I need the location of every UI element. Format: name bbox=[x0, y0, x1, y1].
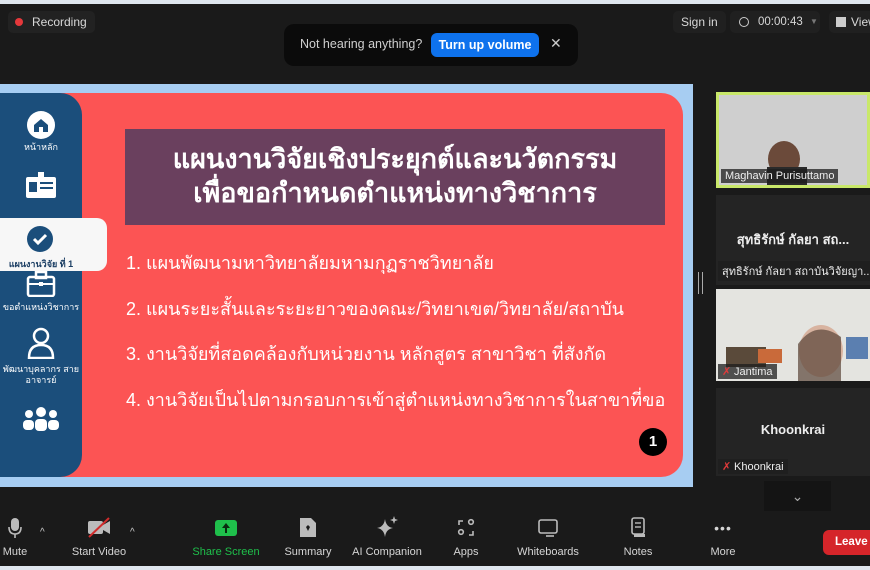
participant-tile[interactable]: ✗ Jantima bbox=[716, 289, 870, 381]
sidebar-label-position: ขอตำแหน่งวิชาการ bbox=[2, 302, 80, 312]
check-circle-icon bbox=[27, 226, 53, 252]
person-icon bbox=[27, 327, 55, 360]
sidebar-item-staff: พัฒนาบุคลากร สายอาจารย์ bbox=[0, 327, 82, 386]
slide-item: 2. แผนระยะสั้นและระยะยาวของคณะ/วิทยาเขต/… bbox=[126, 298, 624, 319]
ai-companion-label: AI Companion bbox=[352, 546, 422, 558]
apps-button[interactable]: Apps bbox=[448, 515, 484, 567]
sidebar-item-group bbox=[0, 406, 82, 434]
view-label: View bbox=[851, 15, 870, 29]
start-video-label: Start Video bbox=[71, 546, 127, 558]
share-screen-button[interactable]: Share Screen bbox=[190, 515, 262, 567]
slide-title: แผนงานวิจัยเชิงประยุกต์และนวัตกรรม เพื่อ… bbox=[125, 129, 665, 225]
whiteboard-icon bbox=[538, 519, 558, 537]
sign-in-button[interactable]: Sign in bbox=[673, 11, 726, 33]
grid-view-icon bbox=[836, 17, 846, 27]
whiteboards-button[interactable]: Whiteboards bbox=[514, 515, 582, 567]
timer-value: 00:00:43 bbox=[758, 16, 803, 28]
group-icon bbox=[23, 407, 59, 431]
ai-companion-button[interactable]: AI Companion bbox=[350, 515, 424, 567]
sparkle-icon bbox=[377, 516, 398, 537]
sidebar-item-home: หน้าหลัก bbox=[0, 111, 82, 153]
notes-label: Notes bbox=[623, 546, 653, 558]
slide-title-line-2: เพื่อขอกำหนดตำแหน่งทางวิชาการ bbox=[193, 178, 597, 208]
more-button[interactable]: ••• More bbox=[706, 515, 740, 567]
recording-label: Recording bbox=[32, 15, 87, 29]
sidebar-item-briefcase: ขอตำแหน่งวิชาการ bbox=[0, 270, 82, 313]
participant-name-text: Khoonkrai bbox=[734, 461, 784, 473]
participant-display-name: สุทธิรักษ์ กัลยา สถ... bbox=[736, 232, 850, 247]
start-video-button[interactable]: Start Video bbox=[68, 515, 130, 567]
slide-item: 3. งานวิจัยที่สอดคล้องกับหน่วยงาน หลักสู… bbox=[126, 344, 607, 364]
sidebar-label-staff: พัฒนาบุคลากร สายอาจารย์ bbox=[2, 364, 80, 385]
chevron-down-icon: ▼ bbox=[810, 17, 818, 26]
video-off-icon bbox=[88, 517, 110, 538]
notes-icon bbox=[631, 517, 645, 537]
notification-message: Not hearing anything? bbox=[300, 37, 423, 51]
participant-tile[interactable]: สุทธิรักษ์ กัลยา สถ... สุทธิรักษ์ กัลยา … bbox=[716, 195, 870, 285]
share-screen-label: Share Screen bbox=[192, 546, 260, 558]
participant-name: ✗ Jantima bbox=[718, 364, 777, 379]
participant-name-text: Jantima bbox=[734, 366, 773, 378]
participant-name: Maghavin Purisuttamo bbox=[721, 169, 839, 183]
close-icon[interactable]: ✕ bbox=[550, 35, 562, 52]
mute-button[interactable]: Mute bbox=[0, 515, 30, 567]
scroll-participants-down-button[interactable]: ⌄ bbox=[764, 481, 831, 511]
slide-title-line-1: แผนงานวิจัยเชิงประยุกต์และนวัตกรรม bbox=[172, 144, 618, 174]
video-options-caret[interactable]: ^ bbox=[130, 527, 135, 538]
chevron-down-icon: ⌄ bbox=[791, 488, 804, 504]
whiteboards-label: Whiteboards bbox=[517, 546, 579, 558]
home-icon bbox=[27, 111, 55, 139]
sidebar-item-research-plan: แผนงานวิจัย ที่ 1 bbox=[0, 218, 107, 271]
id-card-icon bbox=[26, 172, 56, 198]
slide-item: 1. แผนพัฒนามหาวิทยาลัยมหามกุฏราชวิทยาลัย bbox=[126, 253, 494, 273]
participant-tile[interactable]: Maghavin Purisuttamo bbox=[716, 92, 870, 188]
briefcase-icon bbox=[26, 270, 56, 298]
slide-item: 4. งานวิจัยเป็นไปตามกรอบการเข้าสู่ตำแหน่… bbox=[126, 389, 666, 410]
slide-page-badge: 1 bbox=[639, 428, 667, 456]
sidebar-label-home: หน้าหลัก bbox=[23, 142, 59, 152]
participant-tile[interactable]: Khoonkrai ✗ Khoonkrai bbox=[716, 388, 870, 476]
participant-name: สุทธิรักษ์ กัลยา สถาบันวิจัยญา... bbox=[718, 261, 870, 281]
window-bottom-edge bbox=[0, 566, 870, 570]
apps-icon bbox=[457, 518, 475, 536]
participant-display-name: Khoonkrai bbox=[760, 422, 826, 437]
sidebar-label-research-plan: แผนงานวิจัย ที่ 1 bbox=[8, 259, 74, 269]
clock-icon bbox=[739, 17, 749, 27]
sidebar-item-id bbox=[0, 171, 82, 201]
recording-indicator[interactable]: Recording bbox=[8, 11, 95, 33]
notes-button[interactable]: Notes bbox=[620, 515, 656, 567]
summary-button[interactable]: Summary bbox=[280, 515, 336, 567]
view-button[interactable]: View bbox=[829, 11, 870, 33]
summary-label: Summary bbox=[284, 546, 332, 558]
meeting-timer[interactable]: 00:00:43 ▼ bbox=[730, 11, 820, 33]
summary-doc-icon bbox=[300, 518, 316, 537]
more-dots-icon: ••• bbox=[714, 520, 732, 536]
recording-dot-icon bbox=[15, 18, 23, 26]
window-top-edge bbox=[0, 0, 870, 4]
share-screen-icon bbox=[215, 520, 237, 536]
apps-label: Apps bbox=[453, 546, 479, 558]
muted-mic-icon: ✗ bbox=[722, 366, 732, 378]
audio-notification: Not hearing anything? Turn up volume ✕ bbox=[284, 24, 578, 66]
leave-button[interactable]: Leave bbox=[823, 530, 870, 555]
slide-sidebar: หน้าหลัก ขอตำแหน่งวิชาการ พัฒนาบุคลากร ส… bbox=[0, 93, 82, 477]
microphone-icon bbox=[8, 518, 22, 538]
more-label: More bbox=[710, 546, 736, 558]
shared-screen-slide: หน้าหลัก ขอตำแหน่งวิชาการ พัฒนาบุคลากร ส… bbox=[0, 84, 693, 487]
panel-resize-handle[interactable] bbox=[698, 272, 703, 294]
slide-bullet-list: 1. แผนพัฒนามหาวิทยาลัยมหามกุฏราชวิทยาลัย… bbox=[126, 248, 665, 430]
turn-up-volume-button[interactable]: Turn up volume bbox=[431, 33, 539, 57]
participant-name: ✗ Khoonkrai bbox=[718, 459, 788, 474]
meeting-toolbar: Mute ^ Start Video ^ Share Screen Summar… bbox=[0, 515, 870, 567]
audio-options-caret[interactable]: ^ bbox=[40, 527, 45, 538]
muted-mic-icon: ✗ bbox=[722, 461, 732, 473]
mute-label: Mute bbox=[2, 546, 28, 558]
